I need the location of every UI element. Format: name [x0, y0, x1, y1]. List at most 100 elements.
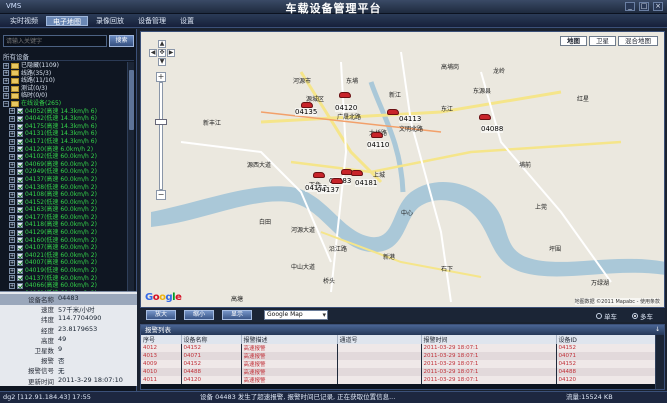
- tree-device[interactable]: +04120(高速 6.0km/h 2): [3, 146, 127, 154]
- vehicle-marker-icon[interactable]: [331, 178, 343, 184]
- pan-up-icon[interactable]: ▲: [158, 40, 166, 48]
- device-checkbox[interactable]: [17, 108, 23, 115]
- vehicle-label[interactable]: 04110: [367, 141, 390, 149]
- vehicle-label[interactable]: 04088: [481, 125, 504, 133]
- expand-icon[interactable]: +: [9, 184, 15, 191]
- zoom-in-tool-button[interactable]: 放大: [146, 310, 176, 320]
- tree-device[interactable]: +02949(低速 60.0km/h 2): [3, 168, 127, 176]
- device-checkbox[interactable]: [17, 267, 23, 274]
- device-checkbox[interactable]: [17, 169, 23, 176]
- device-checkbox[interactable]: [17, 146, 23, 153]
- zoom-in-button[interactable]: +: [156, 72, 166, 82]
- expand-icon[interactable]: +: [9, 138, 15, 145]
- vehicle-label[interactable]: 04181: [355, 179, 378, 187]
- alarm-column-header[interactable]: 报警描述: [241, 335, 338, 344]
- device-search-input[interactable]: [3, 35, 107, 47]
- device-checkbox[interactable]: [17, 138, 23, 145]
- tree-device[interactable]: +04131(低速 14.3km/h 6): [3, 130, 127, 138]
- alarm-column-header[interactable]: 序号: [141, 335, 182, 344]
- device-checkbox[interactable]: [17, 191, 23, 198]
- device-checkbox[interactable]: [17, 176, 23, 183]
- tree-device[interactable]: +04066(高速 60.0km/h 2): [3, 282, 127, 290]
- expand-icon[interactable]: +: [3, 93, 9, 100]
- expand-icon[interactable]: +: [9, 214, 15, 221]
- expand-icon[interactable]: +: [9, 115, 15, 122]
- tree-group[interactable]: − 在线设备(265): [3, 100, 127, 108]
- alarm-row[interactable]: 4010 04488 高速报警 2011-03-29 18:07:1 04488: [141, 368, 657, 376]
- expand-icon[interactable]: +: [9, 123, 15, 130]
- expand-icon[interactable]: +: [9, 176, 15, 183]
- map-source-select[interactable]: Google Map: [264, 310, 328, 320]
- expand-icon[interactable]: +: [9, 161, 15, 168]
- expand-icon[interactable]: +: [3, 85, 9, 92]
- pan-right-icon[interactable]: ▶: [167, 49, 175, 57]
- vehicle-marker-icon[interactable]: [339, 92, 351, 98]
- zoom-out-button[interactable]: −: [156, 190, 166, 200]
- tab-settings[interactable]: 设置: [174, 16, 200, 26]
- expand-icon[interactable]: +: [9, 131, 15, 138]
- device-checkbox[interactable]: [17, 252, 23, 259]
- tree-device[interactable]: +04137(高速 60.0km/h 2): [3, 176, 127, 184]
- vehicle-marker-icon[interactable]: [387, 109, 399, 115]
- expand-icon[interactable]: +: [9, 199, 15, 206]
- device-checkbox[interactable]: [17, 207, 23, 214]
- vehicle-label[interactable]: 04135: [295, 108, 318, 116]
- tree-device[interactable]: +04042(低速 14.3km/h 6): [3, 115, 127, 123]
- vehicle-marker-icon[interactable]: [371, 132, 383, 138]
- zoom-out-tool-button[interactable]: 缩小: [184, 310, 214, 320]
- expand-icon[interactable]: +: [9, 222, 15, 229]
- device-checkbox[interactable]: [17, 123, 23, 130]
- tree-device[interactable]: +04108(高速 60.0km/h 2): [3, 191, 127, 199]
- tree-device[interactable]: +04019(低速 60.0km/h 2): [3, 267, 127, 275]
- expand-icon[interactable]: +: [9, 229, 15, 236]
- device-checkbox[interactable]: [17, 229, 23, 236]
- alarm-column-header[interactable]: 报警时间: [421, 335, 557, 344]
- tree-group[interactable]: + 已隐藏(1109): [3, 62, 127, 70]
- device-checkbox[interactable]: [17, 115, 23, 122]
- pin-icon[interactable]: ↓: [655, 325, 660, 335]
- device-checkbox[interactable]: [17, 275, 23, 282]
- vehicle-label[interactable]: 04120: [335, 104, 358, 112]
- zoom-knob[interactable]: [155, 119, 167, 126]
- tab-playback[interactable]: 录像回放: [90, 16, 130, 26]
- tree-device[interactable]: +04171(低速 14.3km/h 6): [3, 138, 127, 146]
- device-checkbox[interactable]: [17, 184, 23, 191]
- tab-electronic-map[interactable]: 电子地图: [46, 16, 88, 26]
- vehicle-marker-icon[interactable]: [313, 172, 325, 178]
- alarm-row[interactable]: 4013 04071 高速报警 2011-03-29 18:07:1 04071: [141, 352, 657, 360]
- device-checkbox[interactable]: [17, 153, 23, 160]
- map-type-satellite[interactable]: 卫星: [589, 36, 616, 46]
- expand-icon[interactable]: +: [9, 252, 15, 259]
- device-checkbox[interactable]: [17, 222, 23, 229]
- minimize-button[interactable]: _: [625, 2, 635, 11]
- device-checkbox[interactable]: [17, 260, 23, 267]
- tree-scrollbar[interactable]: [127, 62, 134, 319]
- tree-device[interactable]: +04138(低速 60.0km/h 2): [3, 184, 127, 192]
- show-tool-button[interactable]: 显示: [222, 310, 252, 320]
- multi-vehicle-radio[interactable]: 多车: [632, 311, 653, 321]
- zoom-track[interactable]: [159, 82, 163, 190]
- vehicle-marker-icon[interactable]: [351, 170, 363, 176]
- close-button[interactable]: ×: [653, 2, 663, 11]
- map-type-hybrid[interactable]: 混合地图: [618, 36, 658, 46]
- expand-icon[interactable]: +: [9, 260, 15, 267]
- maximize-button[interactable]: □: [639, 2, 649, 11]
- single-vehicle-radio[interactable]: 单车: [596, 311, 617, 321]
- tree-group[interactable]: + 线路(11/10): [3, 77, 127, 85]
- alarm-row[interactable]: 4012 04152 高速报警 2011-03-29 18:07:1 04152: [141, 344, 657, 352]
- alarm-row[interactable]: 4011 04120 高速报警 2011-03-29 18:07:1 04120: [141, 376, 657, 384]
- tree-group[interactable]: + 临时(0/0): [3, 92, 127, 100]
- vehicle-marker-icon[interactable]: [479, 114, 491, 120]
- expand-icon[interactable]: +: [9, 275, 15, 282]
- pan-center-icon[interactable]: ✥: [158, 49, 166, 57]
- expand-icon[interactable]: −: [3, 100, 9, 107]
- expand-icon[interactable]: +: [3, 77, 9, 84]
- device-checkbox[interactable]: [17, 161, 23, 168]
- tab-device-management[interactable]: 设备管理: [132, 16, 172, 26]
- expand-icon[interactable]: +: [9, 207, 15, 214]
- expand-icon[interactable]: +: [3, 62, 9, 69]
- alarm-column-header[interactable]: 通道号: [337, 335, 422, 344]
- vehicle-label[interactable]: 04113: [399, 115, 422, 123]
- alarm-row[interactable]: 4009 04152 高速报警 2011-03-29 18:07:1 04152: [141, 360, 657, 368]
- expand-icon[interactable]: +: [9, 153, 15, 160]
